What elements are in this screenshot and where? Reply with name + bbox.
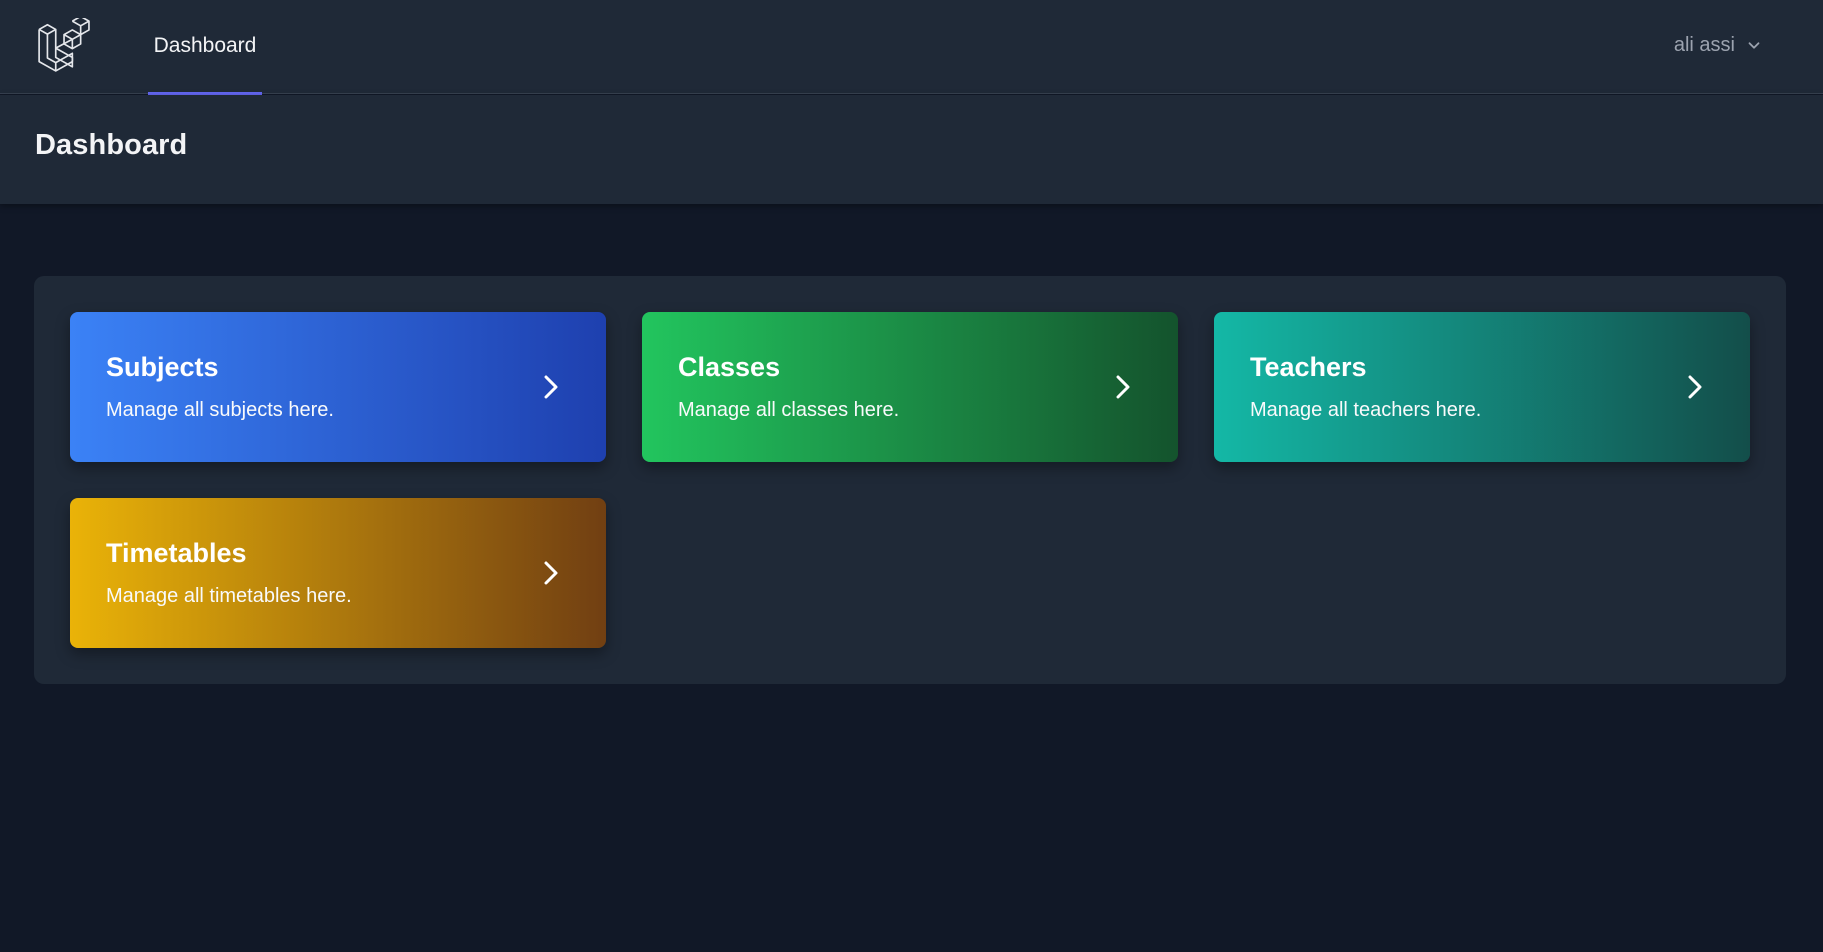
- page-header: Dashboard: [0, 95, 1823, 204]
- card-title: Subjects: [106, 352, 219, 382]
- subjects-card[interactable]: Subjects Manage all subjects here.: [70, 312, 606, 462]
- user-name: ali assi: [1673, 33, 1735, 56]
- chevron-right-icon: [1108, 372, 1138, 402]
- card-description: Manage all subjects here.: [106, 399, 334, 421]
- card-title: Teachers: [1250, 352, 1367, 382]
- laravel-logo-icon[interactable]: [36, 18, 90, 72]
- user-menu-dropdown[interactable]: ali assi: [1674, 0, 1763, 90]
- classes-card[interactable]: Classes Manage all classes here.: [642, 312, 1178, 462]
- dashboard-panel: Subjects Manage all subjects here. Class…: [34, 276, 1786, 684]
- chevron-down-icon: [1745, 36, 1763, 54]
- card-title: Timetables: [106, 538, 247, 568]
- card-description: Manage all timetables here.: [106, 585, 352, 607]
- chevron-right-icon: [536, 558, 566, 588]
- top-navigation: Dashboard ali assi: [0, 0, 1823, 95]
- card-title: Classes: [678, 352, 781, 382]
- chevron-right-icon: [536, 372, 566, 402]
- nav-link-dashboard[interactable]: Dashboard: [148, 0, 262, 95]
- teachers-card[interactable]: Teachers Manage all teachers here.: [1214, 312, 1750, 462]
- timetables-card[interactable]: Timetables Manage all timetables here.: [70, 498, 606, 648]
- chevron-right-icon: [1680, 372, 1710, 402]
- card-description: Manage all teachers here.: [1250, 399, 1482, 421]
- card-description: Manage all classes here.: [678, 399, 900, 421]
- page-title: Dashboard: [35, 129, 188, 161]
